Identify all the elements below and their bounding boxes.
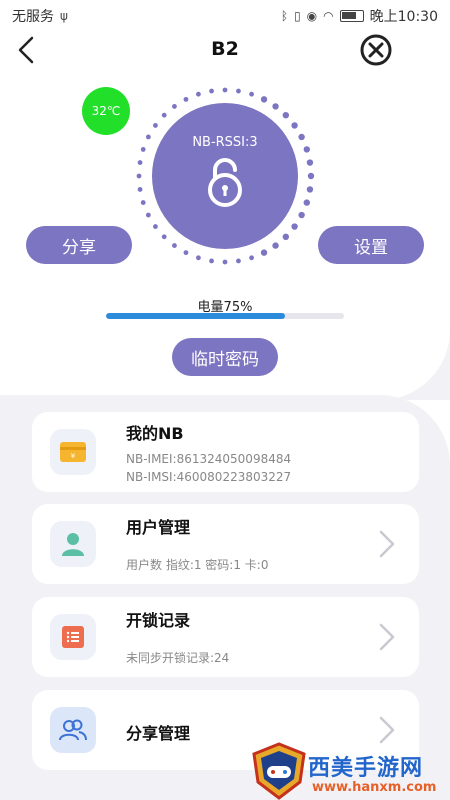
signal-dot [137,187,143,192]
user-stats-label: 用户数 指纹:1 密码:1 卡:0 [126,558,269,572]
signal-dot [282,233,290,241]
users-group-icon [59,719,87,741]
eye-icon: ◉ [306,9,318,23]
card-unlock-log[interactable]: 开锁记录 未同步开锁记录:24 [32,597,419,677]
signal-dot [209,88,214,94]
nav-bar: B2 [0,30,450,70]
signal-dot [136,173,142,179]
site-watermark: 西美手游网 www.hanxm.com [248,742,450,800]
close-icon[interactable] [358,32,394,68]
signal-dot [222,259,228,265]
signal-dot [272,103,279,110]
bluetooth-icon: ᛒ [280,9,289,23]
watermark-title: 西美手游网 [308,756,424,781]
signal-dot [260,249,268,256]
signal-dot [272,242,279,249]
card-title: 开锁记录 [126,611,191,630]
signal-dot [161,112,167,118]
unlock-icon [208,158,242,207]
card-title: 分享管理 [126,724,191,743]
carrier-label: 无服务 [12,9,54,25]
share-button[interactable]: 分享 [26,226,132,264]
signal-dot [303,146,310,153]
signal-dot [298,133,305,141]
temperature-badge: 32℃ [82,87,130,135]
settings-button[interactable]: 设置 [318,226,424,264]
wallet-icon: ¥ [60,442,86,462]
unsynced-log-label: 未同步开锁记录:24 [126,651,230,665]
signal-dot [291,122,298,129]
signal-dot [140,147,146,152]
signal-dot [140,200,146,205]
card-icon-box: ¥ [50,429,96,475]
card-icon-box [50,521,96,567]
signal-dot [137,160,143,165]
signal-dot [153,123,158,128]
imsi-label: NB-IMSI:460080223803227 [126,470,292,484]
signal-dot [291,223,298,230]
signal-dot [236,258,241,264]
signal-dot [236,88,241,94]
signal-dot [209,258,214,264]
signal-dot [196,255,201,261]
signal-dot [222,87,228,93]
signal-dot [249,255,254,261]
signal-dot [298,211,305,219]
card-user-management[interactable]: 用户管理 用户数 指纹:1 密码:1 卡:0 [32,504,419,584]
card-title: 我的NB [126,424,184,443]
log-icon [62,626,84,648]
signal-dot [260,96,268,103]
lock-button[interactable]: NB-RSSI:3 [152,103,298,249]
user-icon [62,533,84,556]
signal-dot [249,91,254,97]
chevron-right-icon [379,623,395,651]
status-left: 无服务 ψ [12,6,68,26]
watermark-url: www.hanxm.com [312,780,437,795]
signal-dot [303,199,310,206]
signal-dot [183,250,189,256]
signal-dot [196,91,201,97]
vibrate-icon: ▯ [294,9,301,23]
signal-dot [172,243,177,248]
signal-dot [153,224,158,229]
signal-dot [172,104,177,109]
card-title: 用户管理 [126,518,191,537]
status-time: 晚上10:30 [369,9,438,25]
signal-dot [145,212,151,218]
card-icon-box [50,614,96,660]
imei-label: NB-IMEI:861324050098484 [126,452,292,466]
status-right: ᛒ ▯ ◉ ◠ 晚上10:30 [281,6,438,26]
rssi-label: NB-RSSI:3 [192,135,258,150]
battery-progress-fill [106,313,285,319]
card-my-nb[interactable]: ¥ 我的NB NB-IMEI:861324050098484 NB-IMSI:4… [32,412,419,492]
shield-logo-icon [252,742,306,800]
signal-dot [306,159,314,166]
battery-icon [339,10,364,22]
battery-progress-bar [106,313,344,319]
signal-dot [306,186,314,193]
signal-dot [183,96,189,102]
signal-dot [161,234,167,240]
temp-password-button[interactable]: 临时密码 [172,338,278,376]
signal-dot [307,172,315,180]
wifi-icon: ◠ [323,9,334,23]
status-bar: 无服务 ψ ᛒ ▯ ◉ ◠ 晚上10:30 [0,0,450,32]
card-icon-box [50,707,96,753]
signal-dot [282,111,290,119]
svg-text:¥: ¥ [71,452,76,460]
signal-dot [145,134,151,140]
chevron-right-icon [379,530,395,558]
usb-icon: ψ [60,9,68,23]
